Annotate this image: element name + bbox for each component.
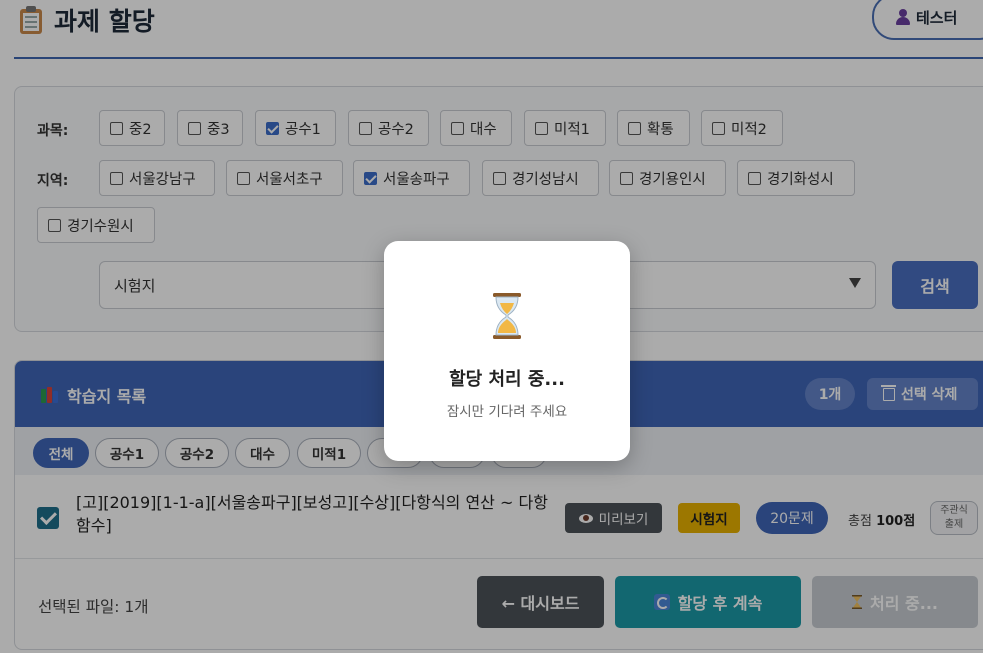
hourglass-icon bbox=[493, 293, 521, 339]
modal-subtitle: 잠시만 기다려 주세요 bbox=[446, 404, 568, 420]
modal-title: 할당 처리 중... bbox=[449, 369, 565, 390]
processing-modal: 할당 처리 중... 잠시만 기다려 주세요 bbox=[384, 241, 630, 461]
